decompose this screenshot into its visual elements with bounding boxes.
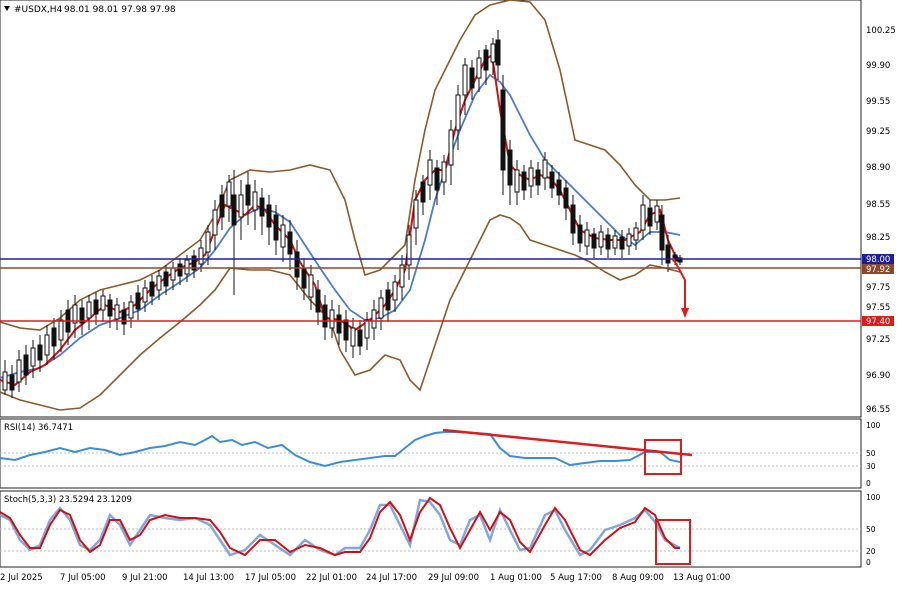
svg-text:0: 0 — [866, 479, 871, 488]
ohlc-values: 98.01 98.01 97.98 97.98 — [64, 5, 176, 15]
time-tick: 1 Aug 01:00 — [490, 573, 542, 583]
price-tick: 98.90 — [866, 163, 890, 173]
price-tick: 97.75 — [866, 283, 890, 293]
price-tick: 98.25 — [866, 233, 890, 243]
price-tick: 96.90 — [866, 371, 890, 381]
price-tick: 97.25 — [866, 335, 890, 345]
rsi-pane[interactable]: RSI(14) 36.7471 — [0, 418, 862, 489]
chart-header: #USDX,H4 98.01 98.01 97.98 97.98 — [4, 5, 176, 15]
price-tick: 98.55 — [866, 200, 890, 210]
time-tick: 2 Jul 2025 — [0, 573, 43, 583]
stoch-label: Stoch(5,3,3) 23.5294 23.1209 — [4, 495, 132, 505]
svg-text:100: 100 — [866, 493, 881, 502]
chart-canvas[interactable]: #USDX,H4 98.01 98.01 97.98 97.98 100.25 … — [0, 0, 900, 587]
svg-text:50: 50 — [866, 449, 876, 458]
time-tick: 13 Aug 01:00 — [673, 573, 730, 583]
time-tick: 9 Jul 21:00 — [122, 573, 168, 583]
time-tick: 29 Jul 09:00 — [428, 573, 479, 583]
svg-text:30: 30 — [866, 462, 876, 471]
price-tick: 99.90 — [866, 61, 890, 71]
time-tick: 14 Jul 13:00 — [183, 573, 234, 583]
price-tick: 97.55 — [866, 303, 890, 313]
price-tick: 96.55 — [866, 405, 890, 415]
svg-text:20: 20 — [866, 547, 876, 556]
price-tick: 99.55 — [866, 97, 890, 107]
price-pane[interactable]: #USDX,H4 98.01 98.01 97.98 97.98 — [0, 0, 862, 418]
svg-text:100: 100 — [866, 421, 881, 430]
svg-text:98.00: 98.00 — [866, 255, 890, 265]
time-tick: 24 Jul 17:00 — [366, 573, 417, 583]
time-tick: 8 Aug 09:00 — [612, 573, 664, 583]
rsi-label: RSI(14) 36.7471 — [4, 423, 73, 433]
svg-text:97.40: 97.40 — [866, 317, 890, 327]
price-tick: 99.25 — [866, 127, 890, 137]
time-tick: 17 Jul 05:00 — [245, 573, 296, 583]
time-tick: 7 Jul 05:00 — [60, 573, 106, 583]
price-tick: 100.25 — [866, 26, 896, 36]
svg-text:50: 50 — [866, 525, 876, 534]
stoch-pane[interactable]: Stoch(5,3,3) 23.5294 23.1209 — [0, 490, 862, 568]
svg-text:0: 0 — [866, 558, 871, 567]
time-tick: 22 Jul 01:00 — [306, 573, 357, 583]
symbol-label: #USDX,H4 — [14, 5, 63, 15]
time-tick: 5 Aug 17:00 — [550, 573, 602, 583]
svg-text:97.92: 97.92 — [866, 265, 890, 275]
